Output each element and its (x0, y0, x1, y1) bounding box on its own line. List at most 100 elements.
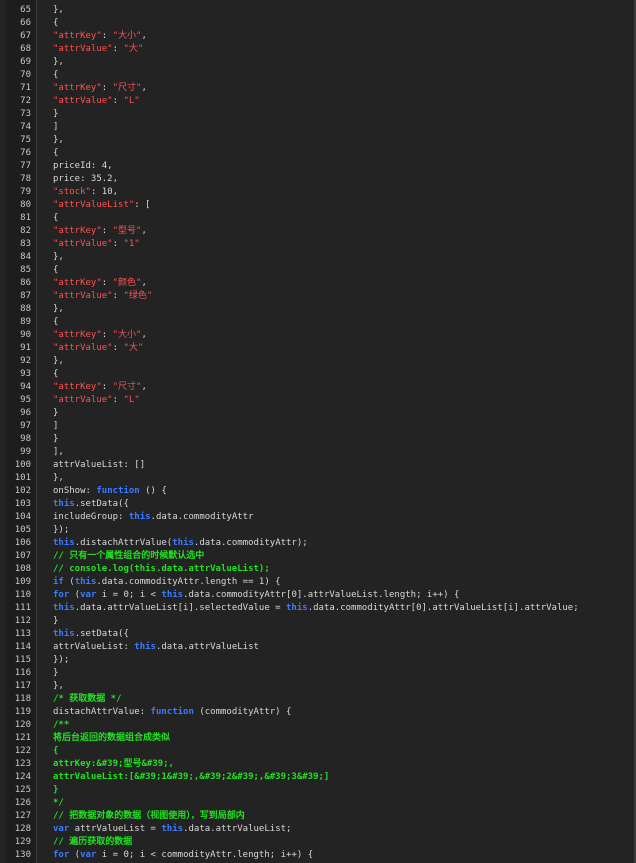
code-line: 96} (6, 407, 634, 420)
code-text: "attrValue": "绿色" (53, 290, 152, 303)
line-number: 80 (20, 200, 31, 210)
code-line: 95 "attrValue": "L" (6, 394, 634, 407)
code-token: { (53, 317, 59, 327)
code-text: }, (53, 303, 64, 316)
code-line: 82 "attrKey": "型号", (6, 225, 634, 238)
code-line: 67 "attrKey": "大小", (6, 30, 634, 43)
code-text: "attrKey": "尺寸", (53, 82, 147, 95)
line-number: 79 (20, 187, 31, 197)
code-token: "大小" (112, 31, 142, 41)
code-token: "1" (123, 239, 140, 249)
code-token: }); (53, 655, 70, 665)
code-line: 79 "stock": 10, (6, 186, 634, 199)
line-number: 109 (14, 577, 31, 587)
line-number: 127 (14, 811, 31, 821)
code-line: 129 // 遍历获取的数据 (6, 836, 634, 849)
code-text: // 只有一个属性组合的时候默认选中 (53, 550, 204, 563)
code-token: "大" (123, 44, 144, 54)
line-number: 88 (20, 304, 31, 314)
code-token: : (112, 291, 124, 301)
code-token: .distachAttrValue( (74, 538, 173, 548)
code-token: price: 35.2, (53, 174, 119, 184)
line-number: 126 (14, 798, 31, 808)
code-token: for (53, 850, 70, 860)
code-token: .data.attrValueList[i].selectedValue = (74, 603, 287, 613)
line-number: 130 (14, 850, 31, 860)
code-line: 71 "attrKey": "尺寸", (6, 82, 634, 95)
code-token: "型号" (112, 226, 142, 236)
code-text: } (53, 433, 58, 446)
code-line: 117}, (6, 680, 634, 693)
line-number: 84 (20, 252, 31, 262)
line-number: 117 (14, 681, 31, 691)
code-token: this (134, 642, 156, 652)
code-token: var (80, 850, 97, 860)
code-text: attrValueList: this.data.attrValueList (53, 641, 259, 654)
line-number: 101 (14, 473, 31, 483)
code-text: attrKey:&#39;型号&#39;, (53, 758, 174, 771)
code-token: */ (53, 798, 64, 808)
code-text: onShow: function () { (53, 485, 167, 498)
line-number: 124 (14, 772, 31, 782)
code-token: , (141, 83, 147, 93)
code-token: "attrKey" (53, 330, 102, 340)
code-text: }, (53, 472, 64, 485)
code-line: 103 this.setData({ (6, 498, 634, 511)
code-line: 69}, (6, 56, 634, 69)
code-token: }, (53, 304, 64, 314)
code-text: }, (53, 56, 64, 69)
code-token: attrValueList:[&#39;1&#39;,&#39;2&#39;,&… (53, 772, 330, 782)
code-token: }, (53, 57, 64, 67)
code-token: } (53, 109, 59, 119)
line-number: 70 (20, 70, 31, 80)
code-token: "L" (123, 96, 140, 106)
code-token: : (112, 239, 124, 249)
code-token: : (101, 382, 113, 392)
code-text: // 遍历获取的数据 (53, 836, 132, 849)
code-text: /* 获取数据 */ (53, 693, 122, 706)
code-editor[interactable]: 64"attrValue": "红色"65},66{67"attrKey": "… (0, 0, 636, 863)
line-number: 77 (20, 161, 31, 171)
code-text: }, (53, 134, 64, 147)
code-token: } (53, 434, 59, 444)
code-line: 98} (6, 433, 634, 446)
line-number: 112 (14, 616, 31, 626)
line-number: 67 (20, 31, 31, 41)
code-token: ] (53, 421, 59, 431)
code-line: 105}); (6, 524, 634, 537)
code-token: "大" (123, 343, 144, 353)
code-text: /** (53, 719, 69, 732)
code-text: }, (53, 4, 64, 17)
code-token: // console.log(this.data.attrValueList); (53, 564, 270, 574)
code-line: 66 { (6, 17, 634, 30)
line-number: 95 (20, 395, 31, 405)
code-line: 89 { (6, 316, 634, 329)
code-token: .data.attrValueList (155, 642, 259, 652)
code-line: 125} (6, 784, 634, 797)
line-number: 73 (20, 109, 31, 119)
code-line: 122 { (6, 745, 634, 758)
line-number: 89 (20, 317, 31, 327)
code-line: 99], (6, 446, 634, 459)
code-text: }); (53, 524, 69, 537)
code-token: // 把数据对象的数据（视图使用），写到局部内 (53, 811, 245, 821)
line-number: 78 (20, 174, 31, 184)
code-token: : (112, 395, 124, 405)
code-token: attrValueList: [] (53, 460, 146, 470)
line-number: 115 (14, 655, 31, 665)
code-line: 126 */ (6, 797, 634, 810)
code-line: 116} (6, 667, 634, 680)
code-token: this (161, 824, 184, 834)
code-line: 73} (6, 108, 634, 121)
code-token: "attrKey" (53, 31, 102, 41)
line-number: 123 (14, 759, 31, 769)
line-number: 69 (20, 57, 31, 67)
code-text: }, (53, 355, 64, 368)
code-token: } (53, 668, 59, 678)
code-text: distachAttrValue: function (commodityAtt… (53, 706, 291, 719)
line-number: 105 (14, 525, 31, 535)
code-token: , (141, 382, 147, 392)
code-token: }, (53, 135, 64, 145)
line-number: 122 (14, 746, 31, 756)
code-token: this (161, 590, 184, 600)
